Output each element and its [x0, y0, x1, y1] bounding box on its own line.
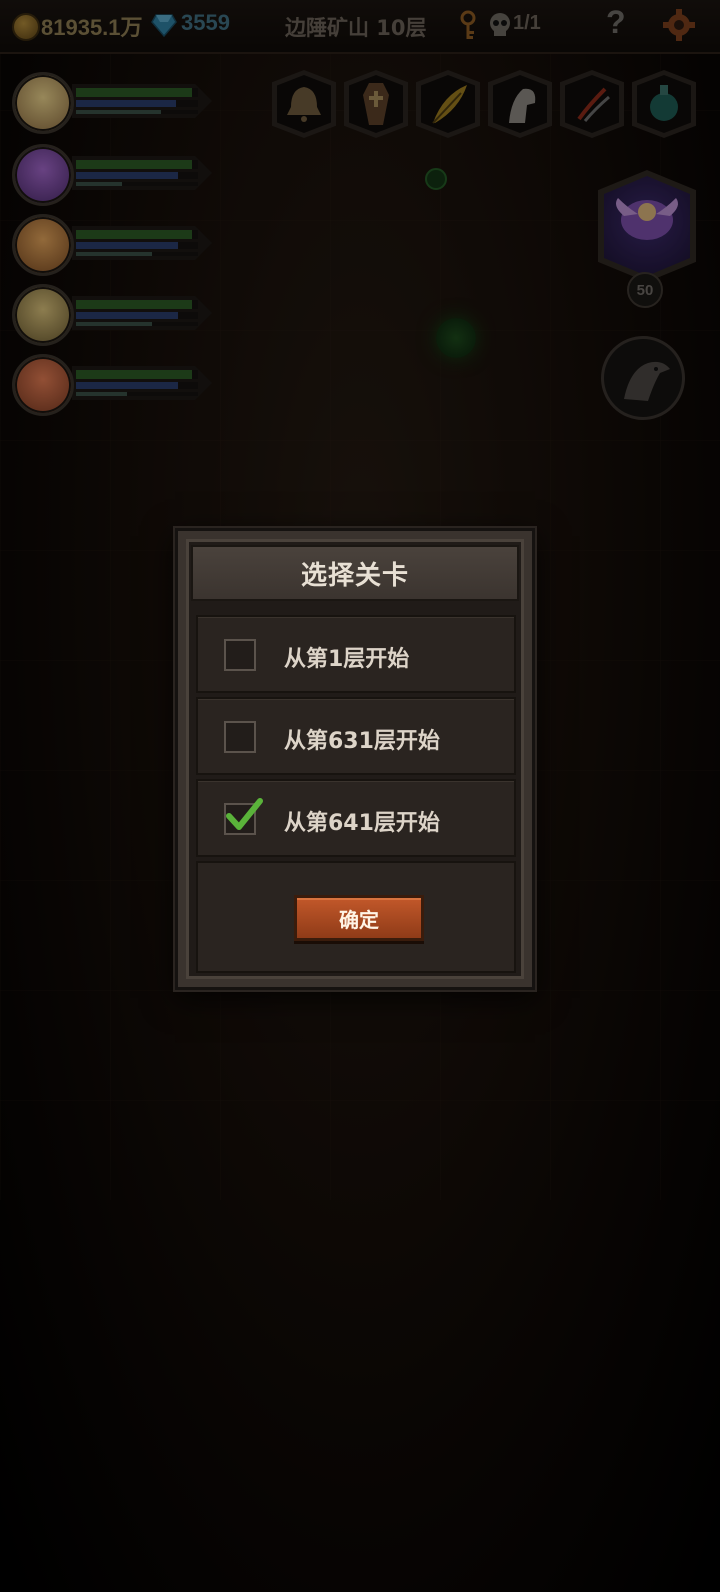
option-checkbox-1[interactable]	[224, 639, 256, 671]
option-checkbox-2[interactable]	[224, 721, 256, 753]
dialog-title: 选择关卡	[300, 560, 409, 591]
option-checkbox-3[interactable]	[224, 798, 263, 835]
dialog-header: 选择关卡	[191, 545, 519, 601]
option-row-1[interactable]: 从第1层开始	[196, 615, 516, 693]
confirm-button[interactable]: 确定	[294, 895, 424, 941]
checkmark-icon	[226, 798, 263, 830]
select-stage-dialog: 选择关卡 从第1层开始 从第631层开始 从第641层开始 确定	[175, 528, 535, 990]
option-label: 从第1层开始	[284, 647, 410, 672]
option-row-2[interactable]: 从第631层开始	[196, 697, 516, 775]
option-label: 从第641层开始	[284, 811, 440, 836]
option-row-3[interactable]: 从第641层开始	[196, 779, 516, 857]
confirm-row: 确定	[196, 861, 516, 973]
option-label: 从第631层开始	[284, 729, 440, 754]
